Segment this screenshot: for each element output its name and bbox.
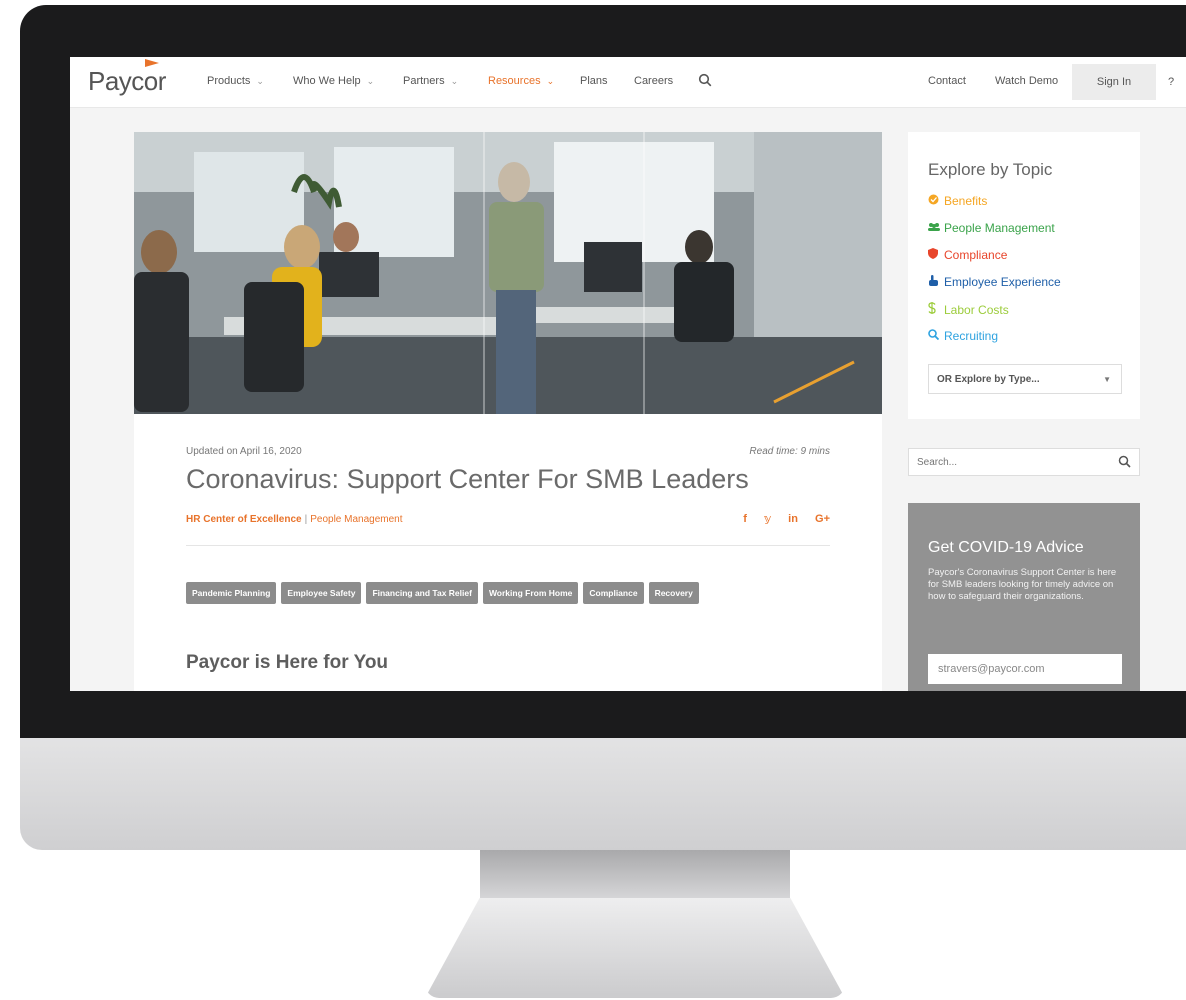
logo-chevron-icon [145, 59, 159, 67]
chevron-down-icon: ⌄ [256, 76, 264, 86]
article-title: Coronavirus: Support Center For SMB Lead… [186, 464, 749, 494]
search-icon[interactable] [698, 73, 712, 87]
social-share: f 𝕪 in G+ [729, 512, 830, 525]
chevron-down-icon: ⌄ [546, 76, 555, 86]
search-icon[interactable] [1118, 455, 1131, 468]
tag-list: Pandemic Planning Employee Safety Financin… [186, 582, 704, 604]
twitter-icon[interactable]: 𝕪 [764, 513, 771, 525]
explore-topic-panel: Explore by Topic Benefits People Managem… [908, 132, 1140, 419]
hero-image [134, 132, 882, 414]
updated-date: Updated on April 16, 2020 [186, 446, 302, 457]
monitor-stand [425, 898, 845, 998]
magnifier-icon [928, 329, 940, 343]
tag-recovery[interactable]: Recovery [648, 582, 699, 604]
benefits-icon [928, 194, 940, 208]
section-heading: Paycor is Here for You [186, 652, 389, 673]
topic-benefits[interactable]: Benefits [928, 194, 987, 208]
monitor-neck [480, 850, 790, 900]
tag-financing-tax-relief[interactable]: Financing and Tax Relief [366, 582, 478, 604]
tag-employee-safety[interactable]: Employee Safety [281, 582, 362, 604]
covid-advice-panel: Get COVID-19 Advice Paycor's Coronavirus… [908, 503, 1140, 691]
shield-icon [928, 248, 940, 262]
article-card: Updated on April 16, 2020 Read time: 9 m… [134, 414, 882, 691]
nav-who-we-help[interactable]: Who We Help ⌄ [293, 75, 374, 87]
advice-title: Get COVID-19 Advice [928, 539, 1084, 556]
chevron-down-icon: ⌄ [450, 76, 459, 86]
people-icon [928, 222, 940, 235]
category-link-people-management[interactable]: People Management [310, 514, 402, 525]
facebook-icon[interactable]: f [743, 513, 747, 525]
explore-topic-heading: Explore by Topic [928, 160, 1053, 179]
category-separator: | [304, 514, 308, 525]
nav-partners[interactable]: Partners ⌄ [403, 75, 458, 87]
nav-plans[interactable]: Plans [580, 75, 608, 87]
topic-people-management[interactable]: People Management [928, 221, 1055, 235]
dollar-icon [928, 302, 940, 317]
chevron-down-icon: ⌄ [366, 76, 375, 86]
nav-contact[interactable]: Contact [928, 75, 966, 87]
article-categories: HR Center of Excellence | People Managemen… [186, 514, 403, 525]
google-plus-icon[interactable]: G+ [815, 513, 830, 525]
hand-icon [928, 275, 940, 289]
logo-text: Paycor [88, 66, 166, 96]
divider [186, 545, 830, 546]
search-input[interactable] [915, 456, 1099, 469]
topic-recruiting[interactable]: Recruiting [928, 329, 998, 343]
help-button[interactable]: ? [1156, 64, 1186, 100]
paycor-logo[interactable]: Paycor [88, 59, 166, 97]
nav-products[interactable]: Products ⌄ [207, 75, 264, 87]
topic-labor-costs[interactable]: Labor Costs [928, 302, 1009, 317]
tag-working-from-home[interactable]: Working From Home [482, 582, 579, 604]
office-scene-illustration [134, 132, 882, 414]
topic-compliance[interactable]: Compliance [928, 248, 1007, 262]
browser-screen: Paycor Products ⌄ Who We Help ⌄ Partners ⌄ … [70, 57, 1186, 691]
top-navigation: Paycor Products ⌄ Who We Help ⌄ Partners ⌄ … [70, 57, 1186, 108]
chevron-down-icon: ▼ [1103, 375, 1111, 384]
nav-resources[interactable]: Resources ⌄ [488, 75, 554, 87]
monitor-chin [20, 738, 1186, 850]
category-link-hr-center[interactable]: HR Center of Excellence [186, 514, 302, 525]
sign-in-button[interactable]: Sign In [1072, 64, 1156, 100]
explore-by-type-select[interactable]: OR Explore by Type... ▼ [928, 364, 1122, 394]
nav-careers[interactable]: Careers [634, 75, 673, 87]
nav-watch-demo[interactable]: Watch Demo [995, 75, 1058, 87]
sidebar-search [908, 448, 1140, 476]
email-field[interactable] [928, 654, 1122, 684]
read-time: Read time: 9 mins [749, 446, 830, 457]
linkedin-icon[interactable]: in [788, 513, 798, 525]
advice-description: Paycor's Coronavirus Support Center is h… [928, 567, 1117, 602]
topic-employee-experience[interactable]: Employee Experience [928, 275, 1061, 289]
tag-compliance[interactable]: Compliance [583, 582, 644, 604]
tag-pandemic-planning[interactable]: Pandemic Planning [186, 582, 277, 604]
